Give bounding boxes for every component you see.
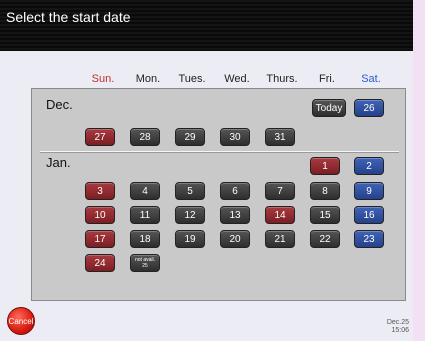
day-jan-12[interactable]: 12 [175,206,205,224]
weekday-header: Sun. Mon. Tues. Wed. Thurs. Fri. Sat. [0,73,413,87]
day-jan-14[interactable]: 14 [265,206,295,224]
day-jan-3[interactable]: 3 [85,182,115,200]
day-jan-21[interactable]: 21 [265,230,295,248]
day-jan-8[interactable]: 8 [310,182,340,200]
day-jan-6[interactable]: 6 [220,182,250,200]
day-dec-28[interactable]: 28 [130,128,160,146]
day-jan-4[interactable]: 4 [130,182,160,200]
day-jan-15[interactable]: 15 [310,206,340,224]
page-title: Select the start date [6,9,131,25]
day-dec-26[interactable]: 26 [354,99,384,117]
clock-time: 15:06 [391,327,409,334]
side-strip [413,0,425,341]
weekday-sun: Sun. [91,73,115,85]
day-jan-2[interactable]: 2 [354,157,384,175]
day-jan-5[interactable]: 5 [175,182,205,200]
day-jan-10[interactable]: 10 [85,206,115,224]
title-bar: Select the start date [0,0,413,51]
day-dec-27[interactable]: 27 [85,128,115,146]
day-dec-30[interactable]: 30 [220,128,250,146]
month-label-jan: Jan. [46,155,71,170]
day-jan-22[interactable]: 22 [310,230,340,248]
today-button[interactable]: Today [312,99,346,117]
day-dec-31[interactable]: 31 [265,128,295,146]
day-jan-23[interactable]: 23 [354,230,384,248]
day-jan-19[interactable]: 19 [175,230,205,248]
day-jan-24[interactable]: 24 [85,254,115,272]
day-jan-1[interactable]: 1 [310,157,340,175]
day-jan-11[interactable]: 11 [130,206,160,224]
day-jan-25-label: 25 [142,263,148,269]
weekday-fri: Fri. [319,73,335,85]
day-jan-20[interactable]: 20 [220,230,250,248]
footer-bar [0,303,413,341]
weekday-sat: Sat. [361,73,381,85]
weekday-wed: Wed. [224,73,250,85]
day-jan-13[interactable]: 13 [220,206,250,224]
weekday-thu: Thurs. [266,73,298,85]
month-label-dec: Dec. [46,97,73,112]
clock: Dec.25 15:06 [387,319,409,335]
weekday-mon: Mon. [135,73,161,85]
day-dec-29[interactable]: 29 [175,128,205,146]
day-jan-7[interactable]: 7 [265,182,295,200]
day-jan-18[interactable]: 18 [130,230,160,248]
cancel-button[interactable]: Cancel [7,307,35,335]
calendar-panel: Dec. Today 26 27 28 29 30 31 Jan. 1 2 3 … [31,88,406,301]
day-jan-25[interactable]: not avail. 25 [130,254,160,272]
day-jan-16[interactable]: 16 [354,206,384,224]
day-jan-9[interactable]: 9 [354,182,384,200]
clock-date: Dec.25 [386,319,409,326]
weekday-tue: Tues. [178,73,206,85]
month-divider [40,151,399,153]
day-jan-17[interactable]: 17 [85,230,115,248]
